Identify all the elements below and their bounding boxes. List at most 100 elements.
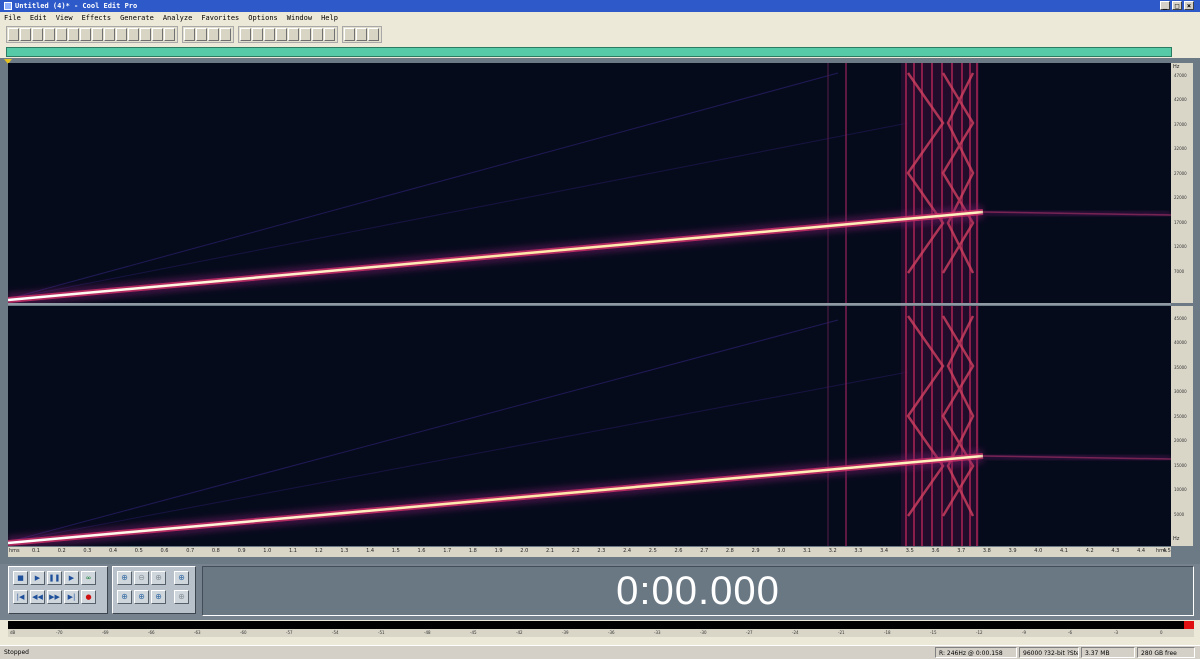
status-size: 3.37 MB: [1081, 647, 1135, 658]
menu-window[interactable]: Window: [287, 14, 312, 22]
menu-bar: File Edit View Effects Generate Analyze …: [0, 12, 1200, 23]
time-tick: 1.9: [494, 548, 503, 554]
level-meter-scale: dB -70 -69 -66 -63 -60 -57 -54 -51 -48 -45 -42 -39 -3…: [8, 629, 1194, 637]
time-tick: 1.3: [340, 548, 349, 554]
spectral-icon[interactable]: [208, 27, 219, 41]
time-tick: 4.0: [1034, 548, 1043, 554]
paste-icon[interactable]: [128, 27, 139, 41]
close-button[interactable]: ×: [1184, 1, 1194, 10]
time-tick: 3.2: [828, 548, 837, 554]
level-tick: 0: [1160, 630, 1163, 635]
zoom-full-icon[interactable]: ⊕: [151, 571, 166, 585]
play-to-end-button[interactable]: ▶: [64, 571, 79, 585]
menu-view[interactable]: View: [56, 14, 73, 22]
pause-button[interactable]: ❚❚: [47, 571, 62, 585]
copy-icon[interactable]: [116, 27, 127, 41]
freq-analysis-icon[interactable]: [240, 27, 251, 41]
time-tick: 3.0: [777, 548, 786, 554]
info-icon[interactable]: [356, 27, 367, 41]
phase-icon[interactable]: [252, 27, 263, 41]
menu-favorites[interactable]: Favorites: [201, 14, 239, 22]
zoom-in-icon[interactable]: ⊕: [117, 571, 132, 585]
time-tick: 0.5: [134, 548, 143, 554]
menu-analyze[interactable]: Analyze: [163, 14, 193, 22]
fast-forward-button[interactable]: ▶▶: [47, 590, 62, 604]
envelope-icon[interactable]: [184, 27, 195, 41]
freq-tick: 17000: [1174, 219, 1187, 225]
spectral-view-left-channel[interactable]: [7, 63, 1172, 307]
time-tick: 2.9: [751, 548, 760, 554]
wave-view-icon[interactable]: [8, 27, 19, 41]
zoom-vertical-in-icon[interactable]: ⊕: [174, 571, 189, 585]
open-icon[interactable]: [20, 27, 31, 41]
mix-icon[interactable]: [92, 27, 103, 41]
play-list-icon[interactable]: [288, 27, 299, 41]
time-tick: 0.7: [186, 548, 195, 554]
stop-button[interactable]: ■: [13, 571, 28, 585]
cut-icon[interactable]: [104, 27, 115, 41]
multitrack-icon[interactable]: [220, 27, 231, 41]
filter-icon[interactable]: [196, 27, 207, 41]
loop-button[interactable]: ∞: [81, 571, 96, 585]
freq-tick: 35000: [1174, 364, 1187, 370]
spectral-view-right-channel[interactable]: [7, 306, 1172, 550]
freq-tick: 32000: [1174, 146, 1187, 152]
time-tick: 0.4: [109, 548, 118, 554]
time-tick: 1.8: [468, 548, 477, 554]
freq-tick: 45000: [1174, 316, 1187, 321]
time-tick: 0.9: [237, 548, 246, 554]
level-tick: -30: [700, 630, 707, 635]
time-tick: 3.6: [931, 548, 940, 554]
time-tick: 1.5: [391, 548, 400, 554]
menu-options[interactable]: Options: [248, 14, 278, 22]
time-tick: 4.2: [1085, 548, 1094, 554]
time-tick: 4.4: [1137, 548, 1146, 554]
zoom-vertical-out-icon[interactable]: ⊕: [174, 590, 189, 604]
save-file-icon[interactable]: [68, 27, 79, 41]
record-button[interactable]: ●: [81, 590, 96, 604]
menu-effects[interactable]: Effects: [82, 14, 112, 22]
level-tick: -36: [608, 630, 615, 635]
insert-icon[interactable]: [80, 27, 91, 41]
play-button[interactable]: ▶: [30, 571, 45, 585]
menu-file[interactable]: File: [4, 14, 21, 22]
time-tick: 0.2: [57, 548, 66, 554]
scripts-icon[interactable]: [264, 27, 275, 41]
time-ruler[interactable]: hms hms 0.1 0.2 0.3 0.4 0.5 0.6 0.7 0.8 0.9 1.0 1.…: [8, 547, 1171, 557]
time-tick: 2.3: [597, 548, 606, 554]
help-icon[interactable]: [368, 27, 379, 41]
minimize-button[interactable]: _: [1160, 1, 1170, 10]
cue-icon[interactable]: [276, 27, 287, 41]
clip-indicator[interactable]: [1184, 621, 1194, 629]
paste-new-icon[interactable]: [140, 27, 151, 41]
zoom-right-icon[interactable]: ⊕: [134, 590, 149, 604]
menu-generate[interactable]: Generate: [120, 14, 154, 22]
zoom-selection-icon[interactable]: ⊕: [151, 590, 166, 604]
level-tick: -66: [148, 630, 155, 635]
rewind-button[interactable]: ◀◀: [30, 590, 45, 604]
menu-edit[interactable]: Edit: [30, 14, 47, 22]
maximize-button[interactable]: □: [1172, 1, 1182, 10]
mix-paste-icon[interactable]: [152, 27, 163, 41]
zoom-out-icon[interactable]: ⊖: [134, 571, 149, 585]
record-icon[interactable]: [344, 27, 355, 41]
level-tick: -6: [1068, 630, 1072, 635]
open-file-icon[interactable]: [56, 27, 67, 41]
spectrogram-left: [7, 63, 1172, 307]
waveform-overview-bar[interactable]: [6, 47, 1172, 57]
new-icon[interactable]: [44, 27, 55, 41]
zoom-icon[interactable]: [300, 27, 311, 41]
level-icon[interactable]: [312, 27, 323, 41]
menu-help[interactable]: Help: [321, 14, 338, 22]
time-tick: 1.6: [417, 548, 426, 554]
go-to-end-button[interactable]: ▶|: [64, 590, 79, 604]
time-tick: 1.4: [366, 548, 375, 554]
go-to-start-button[interactable]: |◀: [13, 590, 28, 604]
channel-divider[interactable]: [8, 303, 1171, 305]
settings-icon[interactable]: [324, 27, 335, 41]
freq-tick: 40000: [1174, 340, 1187, 346]
level-tick: -3: [1114, 630, 1118, 635]
crop-icon[interactable]: [164, 27, 175, 41]
zoom-left-icon[interactable]: ⊕: [117, 590, 132, 604]
save-icon[interactable]: [32, 27, 43, 41]
